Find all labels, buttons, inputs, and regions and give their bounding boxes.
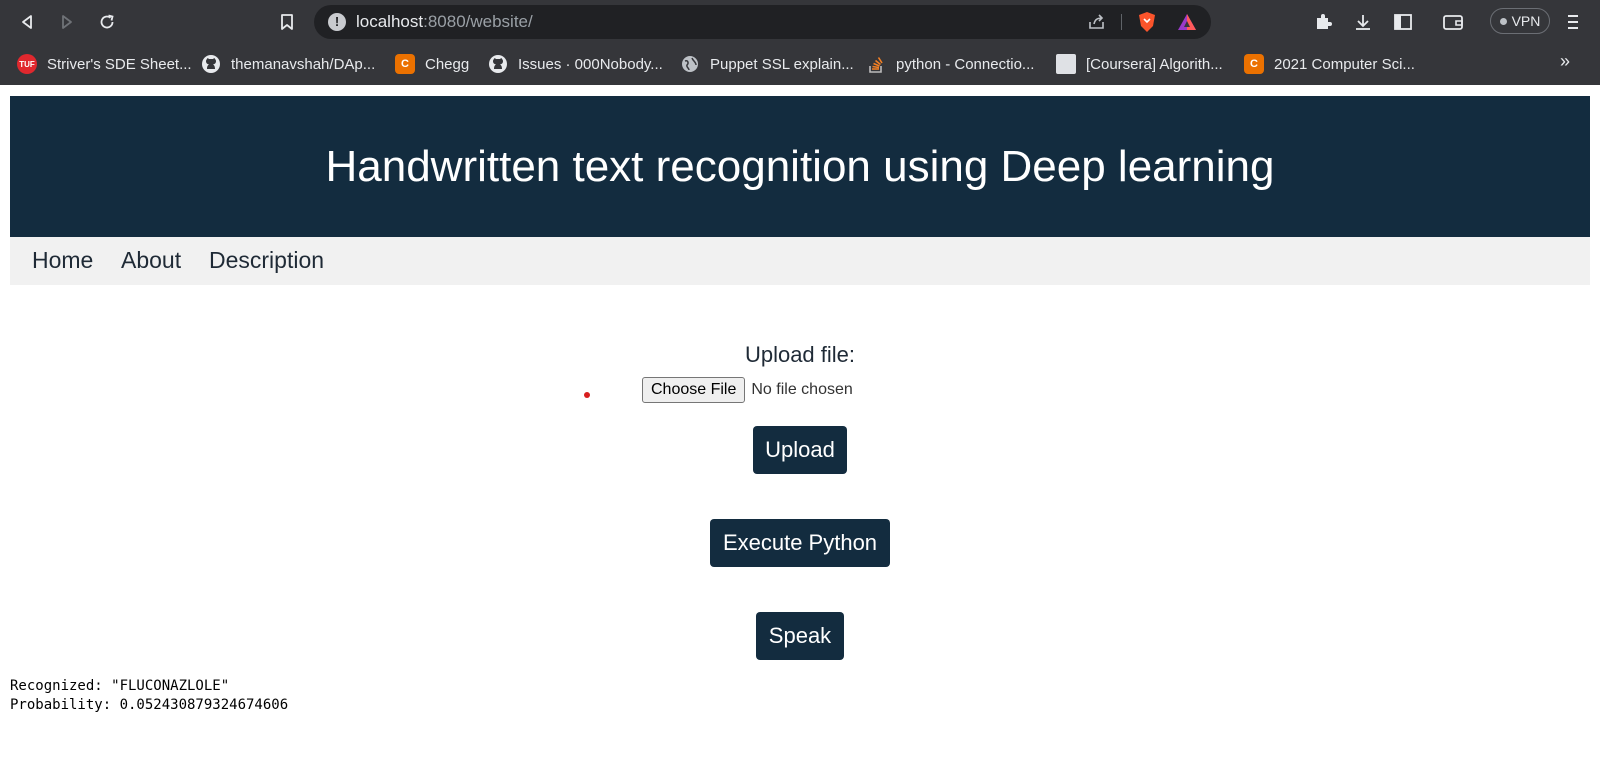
probability-text: Probability: 0.052430879324674606 — [10, 697, 289, 713]
share-icon[interactable] — [1086, 12, 1108, 32]
bookmark-item[interactable]: C Chegg — [395, 51, 469, 77]
github-icon — [201, 54, 221, 74]
url-text[interactable]: localhost:8080/website/ — [356, 12, 533, 32]
stackoverflow-icon — [866, 54, 886, 74]
chegg-icon: C — [1244, 54, 1264, 74]
bookmark-label: 2021 Computer Sci... — [1274, 55, 1415, 73]
brave-shield-icon[interactable] — [1136, 11, 1158, 33]
execute-python-button[interactable]: Execute Python — [710, 519, 890, 567]
bookmark-label: [Coursera] Algorith... — [1086, 55, 1223, 73]
site-info-icon[interactable]: ! — [328, 13, 346, 31]
choose-file-button[interactable]: Choose File — [642, 377, 746, 403]
vpn-label: VPN — [1511, 13, 1541, 29]
vpn-button[interactable]: VPN — [1490, 8, 1550, 34]
browser-toolbar: ! localhost:8080/website/ VPN — [0, 0, 1600, 43]
bookmark-label: python - Connectio... — [896, 55, 1035, 73]
omnibox-divider — [1121, 14, 1122, 30]
brave-rewards-icon[interactable] — [1176, 11, 1198, 33]
bookmark-item[interactable]: python - Connectio... — [866, 51, 1034, 77]
coursera-icon — [1056, 54, 1076, 74]
bookmark-item[interactable]: Puppet SSL explain... — [680, 51, 854, 77]
wallet-icon[interactable] — [1442, 11, 1464, 33]
bookmark-item[interactable]: C 2021 Computer Sci... — [1244, 51, 1415, 77]
nav-home-link[interactable]: Home — [32, 247, 93, 274]
bookmark-label: Chegg — [425, 55, 470, 73]
globe-icon — [680, 54, 700, 74]
page-header: Handwritten text recognition using Deep … — [10, 96, 1590, 237]
chegg-icon: C — [395, 54, 415, 74]
recognized-text: Recognized: "FLUCONAZLOLE" — [10, 678, 230, 694]
address-bar[interactable]: ! localhost:8080/website/ — [314, 5, 1211, 39]
page-title: Handwritten text recognition using Deep … — [325, 141, 1275, 191]
github-icon — [488, 54, 508, 74]
bookmark-item[interactable]: Issues · 000Nobody... — [488, 51, 663, 77]
nav-bar: Home About Description — [10, 237, 1590, 285]
nav-description-link[interactable]: Description — [209, 247, 324, 274]
recognition-output: Recognized: "FLUCONAZLOLE" Probability: 0… — [10, 677, 288, 715]
speak-button[interactable]: Speak — [756, 612, 844, 660]
menu-icon[interactable] — [1562, 11, 1584, 33]
bookmarks-overflow-button[interactable]: » — [1560, 51, 1570, 72]
bookmark-label: themanavshah/DAp... — [231, 55, 376, 73]
vpn-status-icon — [1499, 17, 1507, 25]
upload-label: Upload file: — [744, 342, 856, 367]
bookmark-label: Striver's SDE Sheet... — [47, 55, 192, 73]
upload-button[interactable]: Upload — [753, 426, 847, 474]
bookmark-item[interactable]: TUF Striver's SDE Sheet... — [17, 51, 192, 77]
url-path: :8080/website/ — [423, 12, 533, 31]
bookmark-item[interactable]: themanavshah/DAp... — [201, 51, 375, 77]
reload-icon[interactable] — [96, 11, 118, 33]
extensions-icon[interactable] — [1312, 11, 1334, 33]
download-icon[interactable] — [1352, 11, 1374, 33]
bookmark-label: Puppet SSL explain... — [710, 55, 854, 73]
back-icon[interactable] — [16, 11, 38, 33]
forward-icon[interactable] — [56, 11, 78, 33]
nav-about-link[interactable]: About — [121, 247, 181, 274]
file-status: No file chosen — [751, 381, 853, 398]
file-input[interactable]: Choose File No file chosen — [642, 377, 853, 403]
tuf-icon: TUF — [17, 54, 37, 74]
sidebar-icon[interactable] — [1392, 11, 1414, 33]
bookmark-item[interactable]: [Coursera] Algorith... — [1056, 51, 1223, 77]
bookmark-label: Issues · 000Nobody... — [518, 55, 663, 73]
url-host: localhost — [356, 12, 424, 31]
bookmarks-bar: TUF Striver's SDE Sheet... themanavshah/… — [0, 43, 1600, 85]
bookmark-icon[interactable] — [276, 11, 298, 33]
cursor-marker — [584, 392, 590, 398]
